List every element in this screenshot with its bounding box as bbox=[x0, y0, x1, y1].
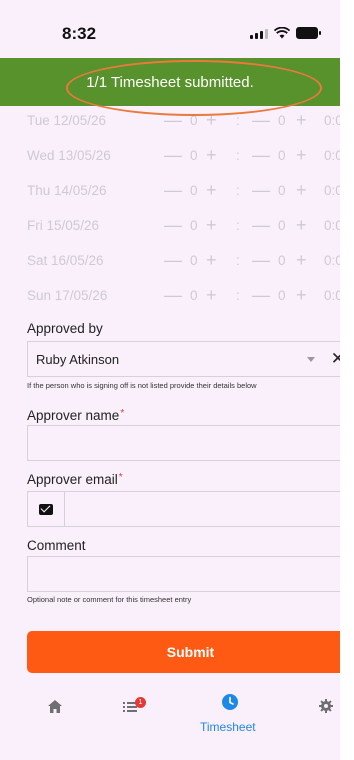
minutes-plus-button[interactable]: + bbox=[296, 145, 307, 166]
hours-minus-button[interactable]: — bbox=[164, 180, 182, 201]
minutes-plus-button[interactable]: + bbox=[296, 285, 307, 306]
hours-minus-button[interactable]: — bbox=[164, 145, 182, 166]
approver-name-label: Approver name* bbox=[27, 408, 125, 423]
bottom-nav: 1 Timesheet bbox=[0, 690, 340, 740]
minutes-value: 0 bbox=[278, 253, 286, 268]
comment-label: Comment bbox=[27, 538, 86, 553]
day-total: 0:00 bbox=[324, 183, 340, 198]
minutes-plus-button[interactable]: + bbox=[296, 180, 307, 201]
minutes-minus-button[interactable]: — bbox=[252, 250, 270, 271]
divider bbox=[64, 492, 65, 526]
hours-plus-button[interactable]: + bbox=[206, 110, 217, 131]
toast-message: 1/1 Timesheet submitted. bbox=[86, 73, 254, 91]
approved-by-label: Approved by bbox=[27, 321, 103, 336]
day-row: Sun 17/05/26 — 0 + : — 0 + 0:00 bbox=[0, 278, 340, 313]
nav-home[interactable] bbox=[48, 700, 62, 718]
hours-plus-button[interactable]: + bbox=[206, 250, 217, 271]
day-row: Thu 14/05/26 — 0 + : — 0 + 0:00 bbox=[0, 173, 340, 208]
approved-by-select[interactable]: Ruby Atkinson ✕ bbox=[27, 341, 340, 377]
day-row: Fri 15/05/26 — 0 + : — 0 + 0:00 bbox=[0, 208, 340, 243]
required-mark: * bbox=[120, 408, 125, 419]
day-rows: Tue 12/05/26 — 0 + : — 0 + 0:00 Wed 13/0… bbox=[0, 103, 340, 313]
close-icon[interactable]: ✕ bbox=[331, 349, 340, 369]
minutes-value: 0 bbox=[278, 113, 286, 128]
day-row: Sat 16/05/26 — 0 + : — 0 + 0:00 bbox=[0, 243, 340, 278]
time-separator: : bbox=[236, 113, 240, 128]
day-label: Sat 16/05/26 bbox=[27, 253, 104, 268]
minutes-minus-button[interactable]: — bbox=[252, 110, 270, 131]
minutes-value: 0 bbox=[278, 183, 286, 198]
time-separator: : bbox=[236, 148, 240, 163]
status-bar: 8:32 bbox=[0, 0, 340, 58]
time-separator: : bbox=[236, 288, 240, 303]
approved-by-helper: If the person who is signing off is not … bbox=[27, 381, 257, 390]
day-label: Fri 15/05/26 bbox=[27, 218, 100, 233]
notification-badge: 1 bbox=[135, 697, 146, 708]
hours-value: 0 bbox=[190, 183, 198, 198]
nav-settings[interactable] bbox=[319, 699, 333, 718]
status-time: 8:32 bbox=[62, 24, 97, 43]
hours-plus-button[interactable]: + bbox=[206, 145, 217, 166]
hours-value: 0 bbox=[190, 253, 198, 268]
app-screen: 8:32 1/1 Timesheet submitted. Tue 12/05/… bbox=[0, 0, 340, 760]
hours-minus-button[interactable]: — bbox=[164, 215, 182, 236]
day-row: Tue 12/05/26 — 0 + : — 0 + 0:00 bbox=[0, 103, 340, 138]
hours-value: 0 bbox=[190, 218, 198, 233]
day-label: Thu 14/05/26 bbox=[27, 183, 107, 198]
hours-minus-button[interactable]: — bbox=[164, 110, 182, 131]
minutes-value: 0 bbox=[278, 288, 286, 303]
hours-plus-button[interactable]: + bbox=[206, 180, 217, 201]
hours-value: 0 bbox=[190, 113, 198, 128]
minutes-plus-button[interactable]: + bbox=[296, 250, 307, 271]
day-total: 0:00 bbox=[324, 218, 340, 233]
minutes-value: 0 bbox=[278, 218, 286, 233]
battery-icon bbox=[296, 27, 321, 39]
submit-button[interactable]: Submit bbox=[27, 631, 340, 673]
chevron-down-icon[interactable] bbox=[307, 357, 315, 362]
minutes-minus-button[interactable]: — bbox=[252, 180, 270, 201]
minutes-plus-button[interactable]: + bbox=[296, 110, 307, 131]
minutes-minus-button[interactable]: — bbox=[252, 215, 270, 236]
email-icon bbox=[28, 492, 64, 526]
day-label: Tue 12/05/26 bbox=[27, 113, 107, 128]
minutes-minus-button[interactable]: — bbox=[252, 285, 270, 306]
day-total: 0:00 bbox=[324, 113, 340, 128]
time-separator: : bbox=[236, 253, 240, 268]
hours-value: 0 bbox=[190, 148, 198, 163]
hours-value: 0 bbox=[190, 288, 198, 303]
hours-minus-button[interactable]: — bbox=[164, 250, 182, 271]
minutes-plus-button[interactable]: + bbox=[296, 215, 307, 236]
approver-name-field[interactable] bbox=[27, 425, 340, 461]
approved-by-value: Ruby Atkinson bbox=[36, 352, 120, 367]
nav-list[interactable]: 1 bbox=[123, 697, 146, 718]
day-total: 0:00 bbox=[324, 253, 340, 268]
approver-email-field[interactable] bbox=[27, 491, 340, 527]
minutes-value: 0 bbox=[278, 148, 286, 163]
day-label: Wed 13/05/26 bbox=[27, 148, 111, 163]
comment-field[interactable] bbox=[27, 556, 340, 592]
day-row: Wed 13/05/26 — 0 + : — 0 + 0:00 bbox=[0, 138, 340, 173]
gear-icon bbox=[319, 699, 333, 713]
day-total: 0:00 bbox=[324, 288, 340, 303]
hours-plus-button[interactable]: + bbox=[206, 215, 217, 236]
required-mark: * bbox=[118, 472, 123, 483]
day-label: Sun 17/05/26 bbox=[27, 288, 108, 303]
comment-helper: Optional note or comment for this timesh… bbox=[27, 595, 192, 604]
minutes-minus-button[interactable]: — bbox=[252, 145, 270, 166]
status-icons bbox=[250, 27, 321, 39]
nav-timesheet-label: Timesheet bbox=[200, 720, 256, 734]
approver-email-label: Approver email* bbox=[27, 472, 123, 487]
submission-toast: 1/1 Timesheet submitted. bbox=[0, 58, 340, 106]
signal-icon bbox=[250, 27, 268, 39]
home-icon bbox=[48, 700, 62, 713]
day-total: 0:00 bbox=[324, 148, 340, 163]
hours-minus-button[interactable]: — bbox=[164, 285, 182, 306]
clock-icon bbox=[222, 694, 238, 710]
time-separator: : bbox=[236, 183, 240, 198]
wifi-icon bbox=[274, 27, 290, 39]
hours-plus-button[interactable]: + bbox=[206, 285, 217, 306]
time-separator: : bbox=[236, 218, 240, 233]
